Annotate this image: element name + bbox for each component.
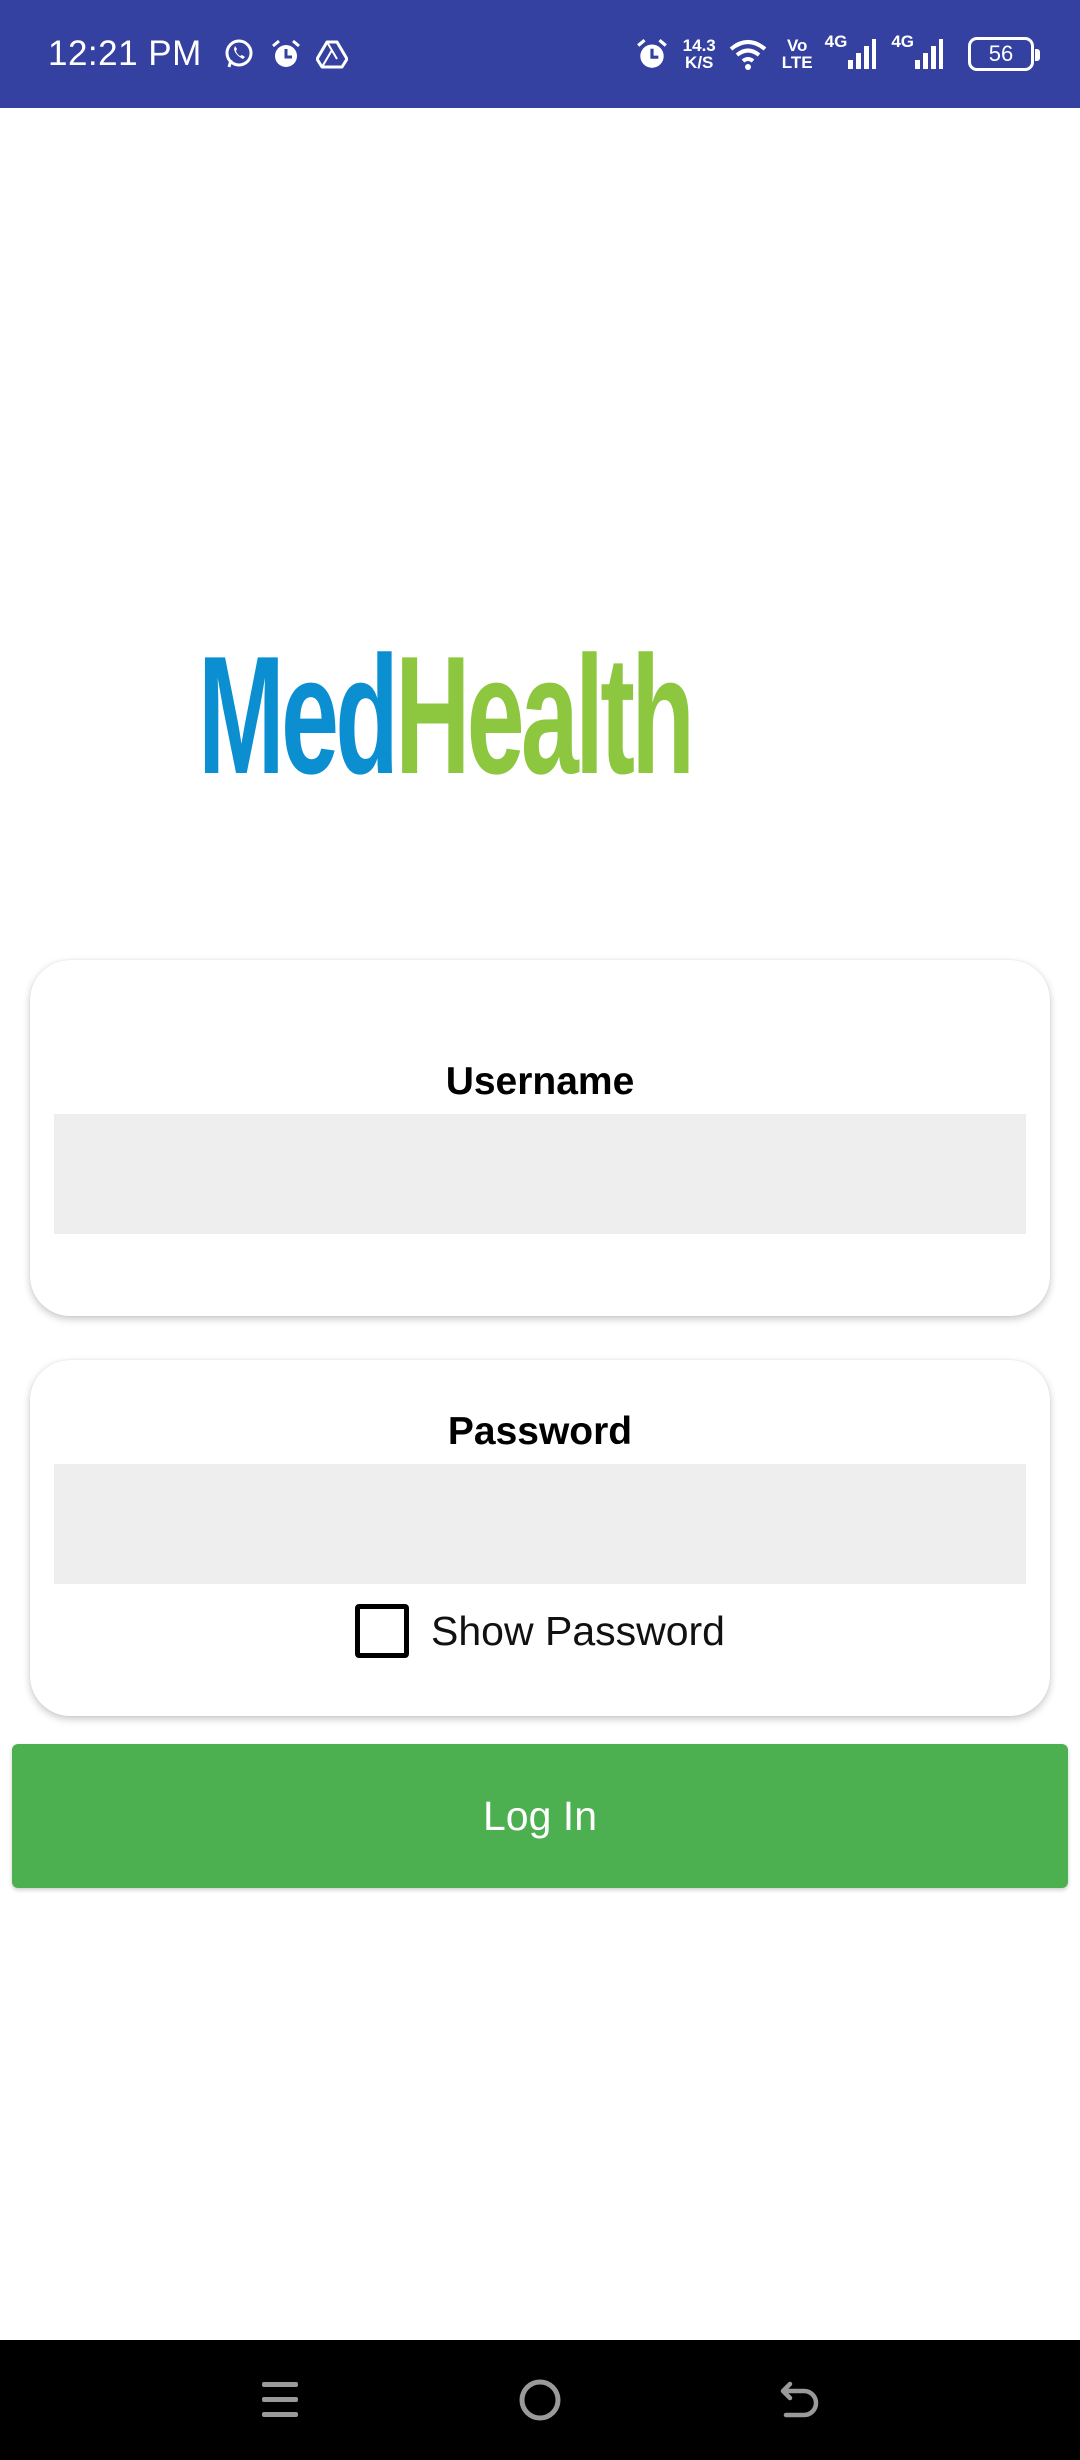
logo-text-med: Med (198, 621, 399, 809)
logo-wordmark: MedHealth (198, 631, 695, 799)
login-button[interactable]: Log In (12, 1744, 1068, 1888)
status-bar: 12:21 PM 14.3 K/S Vo LTE 4G 4G 56 (0, 0, 1080, 108)
network-speed-value: 14.3 (682, 36, 716, 55)
volte-top: Vo (786, 36, 808, 55)
status-bar-right: 14.3 K/S Vo LTE 4G 4G 56 (635, 32, 1040, 71)
signal-icon (847, 38, 877, 70)
battery-icon: 56 (968, 37, 1040, 71)
navigation-bar (0, 2340, 1080, 2460)
volte-indicator: Vo LTE (782, 37, 813, 71)
back-icon[interactable] (770, 2370, 830, 2430)
whatsapp-icon (222, 37, 256, 71)
password-label: Password (447, 1410, 633, 1453)
username-label: Username (445, 1060, 635, 1103)
volte-bottom: LTE (781, 53, 813, 72)
show-password-checkbox[interactable] (355, 1604, 410, 1658)
password-card: Password Show Password (30, 1360, 1050, 1716)
home-icon[interactable] (510, 2370, 570, 2430)
sim1-network-type: 4G (824, 32, 848, 51)
status-time: 12:21 PM (48, 34, 202, 73)
wifi-icon (728, 37, 768, 71)
show-password-label[interactable]: Show Password (431, 1608, 725, 1655)
signal-icon (914, 38, 944, 70)
menu-icon[interactable] (250, 2370, 310, 2430)
username-input[interactable] (54, 1114, 1026, 1234)
logo-text-health: Health (395, 621, 695, 809)
app-logo: MedHealth (180, 631, 900, 799)
alarm-icon (270, 38, 302, 70)
show-password-toggle[interactable]: Show Password (30, 1604, 1050, 1658)
alarm-icon (635, 37, 669, 71)
battery-level: 56 (988, 41, 1014, 66)
network-speed: 14.3 K/S (683, 37, 716, 71)
network-speed-unit: K/S (685, 53, 714, 72)
username-card: Username (30, 960, 1050, 1316)
sim2-network-type: 4G (891, 32, 914, 51)
status-bar-left: 12:21 PM (48, 34, 362, 74)
drive-icon (315, 39, 348, 69)
password-input[interactable] (54, 1464, 1026, 1584)
